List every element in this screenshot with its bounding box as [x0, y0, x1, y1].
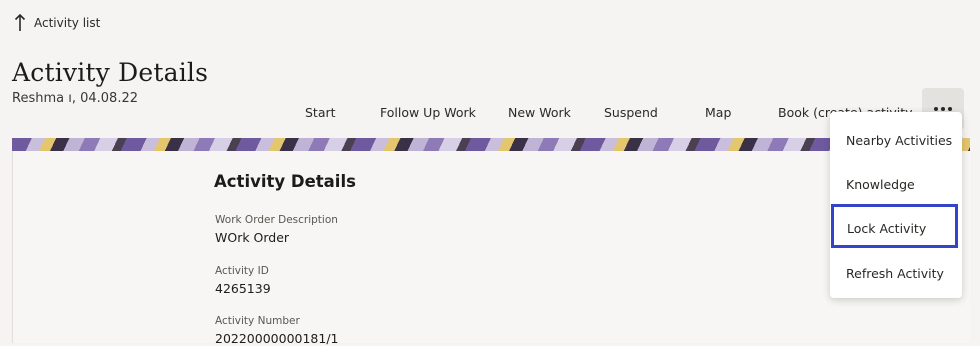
arrow-up-icon: [14, 14, 26, 31]
work-order-description-value: WOrk Order: [215, 230, 290, 245]
activity-id-value: 4265139: [215, 281, 271, 296]
map-button[interactable]: Map: [705, 105, 731, 120]
more-dots-icon: [934, 107, 938, 111]
back-to-activity-list-link[interactable]: Activity list: [14, 14, 100, 32]
page-subtitle: Reshma ı, 04.08.22: [12, 91, 138, 106]
suspend-button[interactable]: Suspend: [604, 105, 658, 120]
decorative-banner: [12, 138, 970, 151]
details-section-title: Activity Details: [214, 172, 356, 191]
activity-number-value: 20220000000181/1: [215, 331, 339, 346]
follow-up-work-button[interactable]: Follow Up Work: [380, 105, 476, 120]
new-work-button[interactable]: New Work: [508, 105, 571, 120]
details-card: [12, 151, 971, 343]
menu-item-label: Nearby Activities: [846, 133, 953, 148]
work-order-description-label: Work Order Description: [215, 214, 338, 226]
activity-number-label: Activity Number: [215, 315, 300, 327]
more-dot: [948, 107, 952, 111]
activity-id-label: Activity ID: [215, 265, 269, 277]
menu-item-label: Knowledge: [846, 177, 915, 192]
more-dot: [941, 107, 945, 111]
menu-item-label: Lock Activity: [847, 221, 927, 236]
menu-item-label: Refresh Activity: [846, 266, 944, 281]
menu-item-knowledge[interactable]: Knowledge: [830, 158, 962, 204]
more-actions-menu: Nearby Activities Knowledge Lock Activit…: [830, 112, 962, 298]
page-title: Activity Details: [12, 58, 209, 87]
menu-item-nearby-activities[interactable]: Nearby Activities: [830, 112, 962, 158]
activity-list-label: Activity list: [34, 16, 101, 30]
menu-item-refresh-activity[interactable]: Refresh Activity: [830, 250, 962, 296]
start-button[interactable]: Start: [305, 105, 336, 120]
menu-item-lock-activity[interactable]: Lock Activity: [831, 204, 958, 248]
